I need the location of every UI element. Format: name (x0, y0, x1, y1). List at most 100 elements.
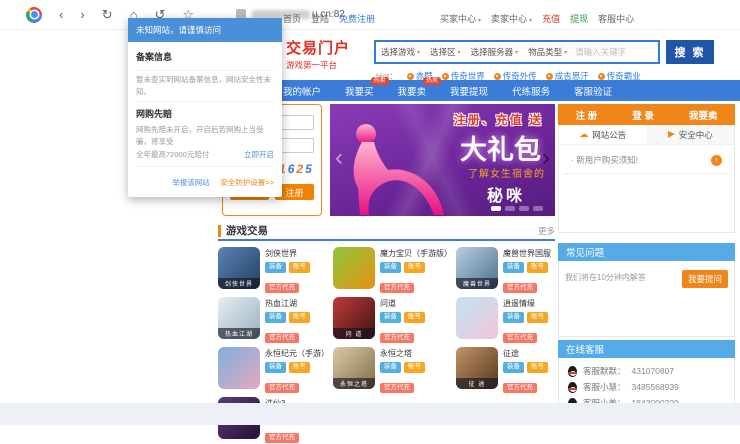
tag-account[interactable]: 账号 (404, 262, 425, 273)
game-card[interactable]: 问 道 问道 装备账号 官方代充 (333, 297, 452, 339)
game-card[interactable]: 逍遥情缘 装备账号 官方代充 (456, 297, 555, 339)
game-title[interactable]: 热血江湖 (265, 298, 310, 309)
tag-equipment[interactable]: 装备 (503, 262, 524, 273)
nav-sell[interactable]: 我要卖热卖 (398, 84, 427, 98)
silhouette-figure (336, 118, 451, 216)
carousel-prev-icon[interactable]: ‹ (335, 146, 343, 170)
select-item-type-dropdown[interactable]: 物品类型▾ (523, 46, 572, 58)
nav-my-account[interactable]: 我的帐户 (283, 84, 321, 98)
security-settings-link[interactable]: 安全防护设置>> (220, 178, 274, 187)
forward-icon[interactable]: › (80, 8, 84, 21)
tag-equipment[interactable]: 装备 (265, 262, 286, 273)
search-button[interactable]: 搜 索 (666, 40, 714, 64)
game-title[interactable]: 永恒之塔 (380, 348, 425, 359)
tag-official-recharge[interactable]: 官方代充 (503, 333, 537, 344)
tag-account[interactable]: 账号 (289, 362, 310, 373)
tag-account[interactable]: 账号 (404, 362, 425, 373)
tag-equipment[interactable]: 装备 (265, 312, 286, 323)
tag-official-recharge[interactable]: 官方代充 (503, 383, 537, 394)
carousel-dots[interactable] (491, 206, 543, 211)
tag-official-recharge[interactable]: 官方代充 (265, 283, 299, 294)
chevron-down-icon: ▾ (458, 49, 461, 56)
game-card[interactable]: 魔力宝贝（手游版） 装备账号 官方代充 (333, 247, 452, 289)
service-contact[interactable]: 客服默默：431070807 (568, 363, 725, 379)
report-site-link[interactable]: 举报该网站 (172, 178, 210, 187)
tag-account[interactable]: 账号 (527, 262, 548, 273)
tag-equipment[interactable]: 装备 (380, 312, 401, 323)
site-logo[interactable]: 交易门户 游戏第一平台 (286, 37, 350, 71)
recharge-link[interactable]: 充值 (542, 12, 560, 25)
tab-site-notice[interactable]: ☁ 网站公告 (559, 125, 647, 144)
tag-official-recharge[interactable]: 官方代充 (380, 283, 414, 294)
tag-equipment[interactable]: 装备 (265, 362, 286, 373)
tag-official-recharge[interactable]: 官方代充 (380, 383, 414, 394)
buyer-center-menu[interactable]: 买家中心▾ (440, 12, 481, 25)
more-link[interactable]: 更多 (538, 225, 555, 237)
topbar-home-link[interactable]: 首页 (283, 12, 301, 25)
game-card[interactable]: 魔兽世界 魔兽世界国服 装备账号 官方代充 (456, 247, 555, 289)
thumbnail-caption: 永恒之塔 (333, 378, 375, 389)
promo-banner[interactable]: 注册、充值 送 大礼包 了解女生宿舍的 秘咪 ‹ › (330, 104, 555, 216)
ask-question-button[interactable]: 我要提问 (682, 270, 728, 288)
tag-account[interactable]: 账号 (289, 262, 310, 273)
game-card[interactable]: 永恒之塔 永恒之塔 装备账号 官方代充 (333, 347, 452, 389)
tag-equipment[interactable]: 装备 (503, 362, 524, 373)
select-game-dropdown[interactable]: 选择游戏▾ (376, 46, 425, 58)
nav-powerleveling[interactable]: 代练服务 (512, 84, 550, 98)
game-title[interactable]: 剑侠世界 (265, 248, 310, 259)
select-server-dropdown[interactable]: 选择服务器▾ (466, 46, 524, 58)
nav-service-verify[interactable]: 客服验证 (574, 84, 612, 98)
withdraw-link[interactable]: 提现 (570, 12, 588, 25)
refresh-icon[interactable]: ↻ (102, 8, 113, 21)
topbar-login-link[interactable]: 登陆 (311, 12, 329, 25)
game-title[interactable]: 魔兽世界国服 (503, 248, 551, 259)
tag-official-recharge[interactable]: 官方代充 (265, 433, 299, 444)
banner-headline: 注册、充值 送 (454, 111, 543, 128)
tag-official-recharge[interactable]: 官方代充 (265, 383, 299, 394)
carousel-dot[interactable] (519, 206, 529, 211)
carousel-dot[interactable] (533, 206, 543, 211)
sidebar-register-link[interactable]: 注 册 (576, 108, 598, 122)
select-zone-dropdown[interactable]: 选择区▾ (425, 46, 466, 58)
section-title: 游戏交易 (226, 223, 538, 238)
nav-buy[interactable]: 我要买热卖 (345, 84, 374, 98)
search-input[interactable]: 请输入关键字 (572, 46, 658, 58)
sidebar-login-link[interactable]: 登 录 (632, 108, 654, 122)
enable-now-link[interactable]: 立即开启 (244, 149, 274, 160)
tag-equipment[interactable]: 装备 (380, 362, 401, 373)
tag-equipment[interactable]: 装备 (380, 262, 401, 273)
browser-logo-icon[interactable] (26, 7, 42, 23)
game-card[interactable]: 剑侠世界 剑侠世界 装备账号 官方代充 (218, 247, 329, 289)
carousel-dot[interactable] (505, 206, 515, 211)
tag-account[interactable]: 账号 (404, 312, 425, 323)
tag-official-recharge[interactable]: 官方代充 (503, 283, 537, 294)
game-card[interactable]: 征 途 征途 装备账号 官方代充 (456, 347, 555, 389)
sidebar-sell-link[interactable]: 我要卖 (689, 108, 718, 122)
tag-official-recharge[interactable]: 官方代充 (380, 333, 414, 344)
seller-center-menu[interactable]: 卖家中心▾ (491, 12, 532, 25)
carousel-dot[interactable] (491, 206, 501, 211)
tag-account[interactable]: 账号 (527, 362, 548, 373)
game-title[interactable]: 问道 (380, 298, 425, 309)
carousel-next-icon[interactable]: › (542, 146, 550, 170)
service-contact[interactable]: 客服小慧：3485568939 (568, 379, 725, 395)
tag-equipment[interactable]: 装备 (503, 312, 524, 323)
hot-dot-icon (546, 73, 553, 80)
tag-account[interactable]: 账号 (527, 312, 548, 323)
game-title[interactable]: 逍遥情缘 (503, 298, 548, 309)
back-icon[interactable]: ‹ (59, 8, 63, 21)
topbar-register-link[interactable]: 免费注册 (339, 12, 375, 25)
nav-withdraw[interactable]: 我要提现 (450, 84, 488, 98)
game-title[interactable]: 魔力宝贝（手游版） (380, 248, 452, 259)
game-thumbnail: 剑侠世界 (218, 247, 260, 289)
service-center-link[interactable]: 客服中心 (598, 12, 634, 25)
tag-official-recharge[interactable]: 官方代充 (265, 333, 299, 344)
game-title[interactable]: 征途 (503, 348, 548, 359)
arrow-right-icon[interactable]: › (711, 155, 722, 166)
game-card[interactable]: 永恒纪元（手游） 装备账号 官方代充 (218, 347, 329, 389)
notice-item[interactable]: · 新用户购买须知! › (563, 145, 730, 174)
tab-security-center[interactable]: 安全中心 (647, 125, 735, 144)
game-title[interactable]: 永恒纪元（手游） (265, 348, 329, 359)
game-card[interactable]: 热血江湖 热血江湖 装备账号 官方代充 (218, 297, 329, 339)
tag-account[interactable]: 账号 (289, 312, 310, 323)
